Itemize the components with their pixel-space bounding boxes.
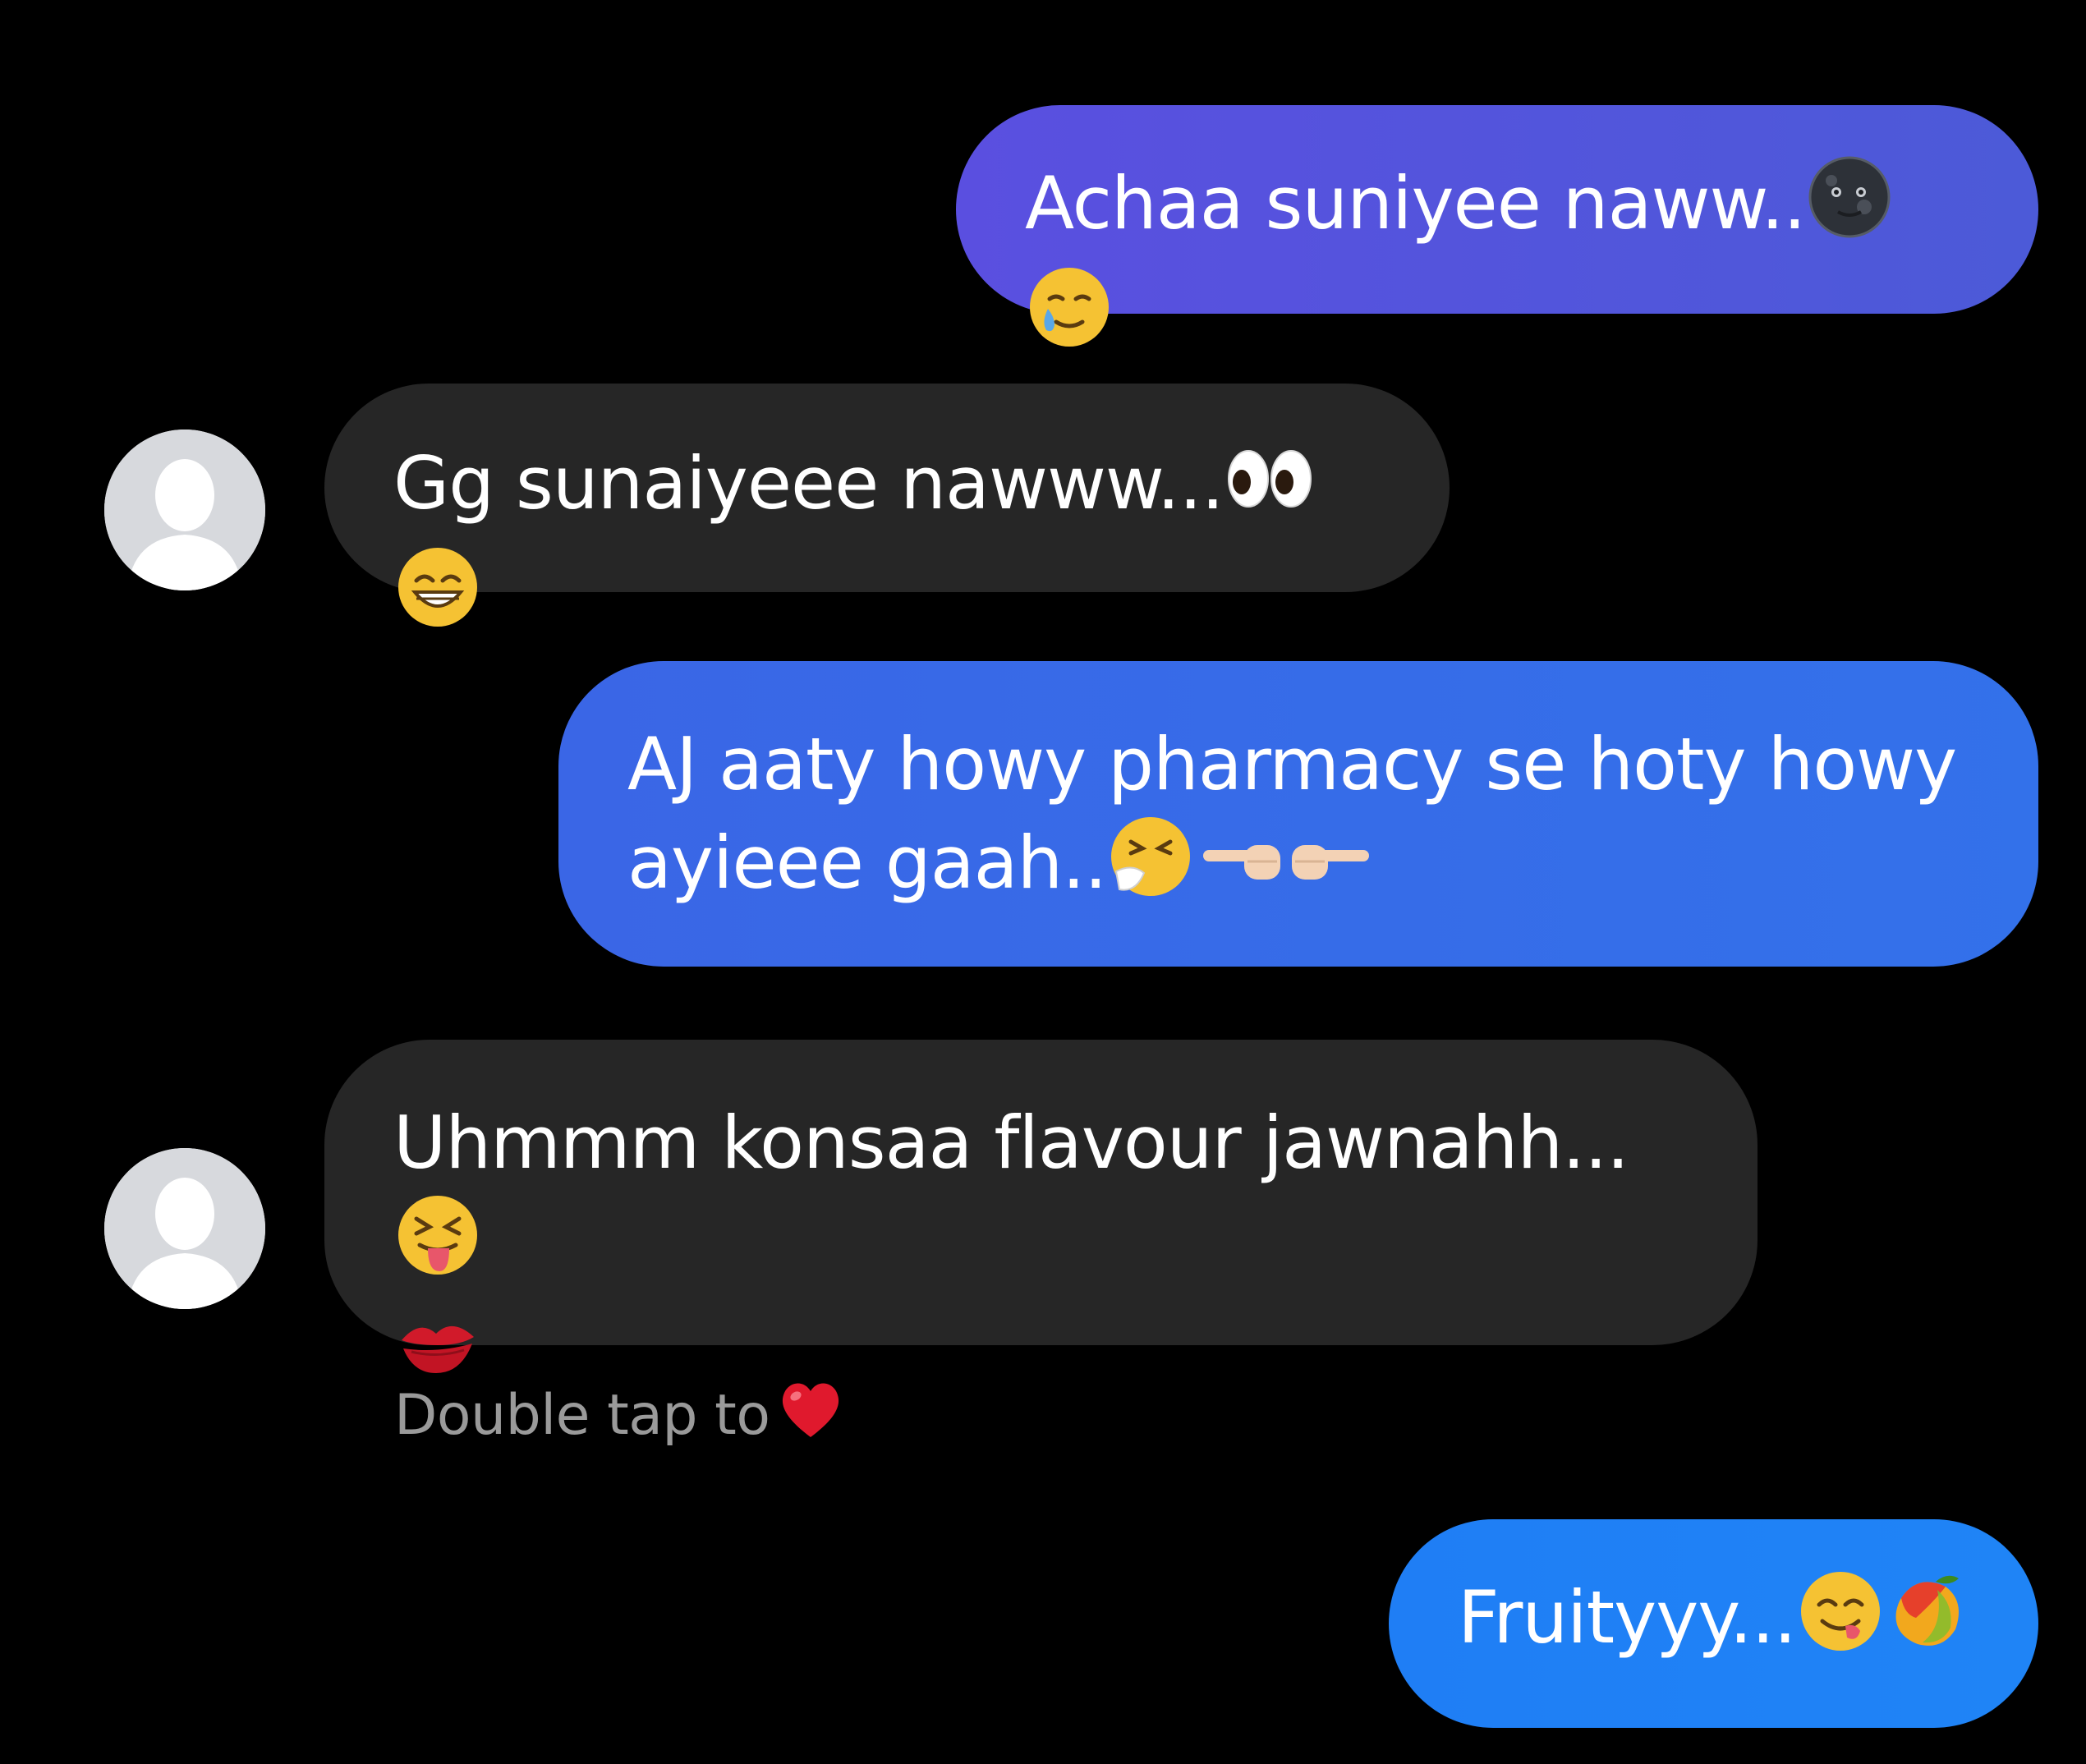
face-savoring-food-icon bbox=[1798, 1569, 1883, 1679]
beaming-face-with-smiling-eyes-icon bbox=[395, 544, 480, 655]
avatar[interactable] bbox=[104, 430, 265, 590]
message-text: Achaa suniyee naww.. bbox=[1025, 161, 1806, 246]
message-text: Gg sunaiyeee nawww... bbox=[393, 441, 1224, 526]
red-heart-icon bbox=[776, 1376, 845, 1461]
smiling-face-with-tear-icon bbox=[1027, 264, 1112, 374]
squinting-face-with-tongue-icon bbox=[395, 1192, 480, 1302]
message-text-line-1: AJ aaty howy pharmacy se hoty howy bbox=[627, 722, 1957, 806]
message-text: Uhmmm konsaa flavour jawnahh... bbox=[393, 1100, 1629, 1185]
sent-message-bubble[interactable]: AJ aaty howy pharmacy se hoty howy ayiee… bbox=[558, 661, 2038, 967]
person-silhouette-icon bbox=[104, 1148, 265, 1309]
received-message-bubble[interactable]: Uhmmm konsaa flavour jawnahh... bbox=[324, 1040, 1757, 1373]
avatar[interactable] bbox=[104, 1148, 265, 1309]
backhand-index-pointing-right-icon bbox=[1287, 814, 1377, 924]
sent-message-bubble[interactable]: Fruityyy... bbox=[1389, 1519, 2038, 1728]
reaction-hint-text: Double tap to bbox=[394, 1383, 770, 1448]
message-text-line-2: ayieee gaah.. bbox=[627, 820, 1107, 905]
message-thread: Achaa suniyee naww.. Gg sunaiyeee nawww.… bbox=[0, 0, 2086, 1764]
sent-message-bubble[interactable]: Achaa suniyee naww.. bbox=[956, 105, 2038, 347]
backhand-index-pointing-left-icon bbox=[1195, 814, 1285, 924]
sneezing-face-icon bbox=[1108, 814, 1193, 924]
new-moon-face-icon bbox=[1807, 154, 1892, 264]
mango-icon bbox=[1885, 1569, 1970, 1679]
received-message-bubble[interactable]: Gg sunaiyeee nawww... bbox=[324, 384, 1450, 627]
message-text: Fruityyy... bbox=[1458, 1575, 1797, 1660]
eyes-icon bbox=[1225, 434, 1316, 544]
reaction-hint: Double tap to bbox=[394, 1376, 845, 1461]
person-silhouette-icon bbox=[104, 430, 265, 590]
